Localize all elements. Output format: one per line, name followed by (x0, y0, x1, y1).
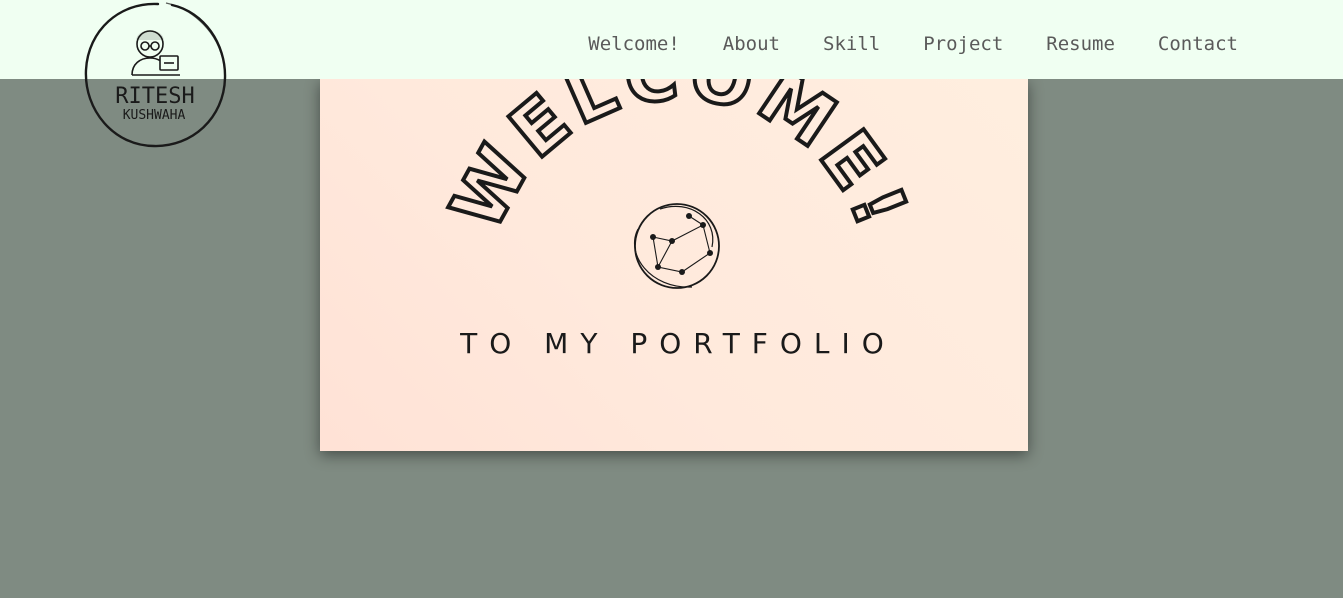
nav-link-welcome[interactable]: Welcome! (588, 33, 680, 55)
logo[interactable]: RITESH KUSHWAHA (80, 0, 230, 150)
logo-name-primary: RITESH (115, 84, 194, 109)
nav-link-contact[interactable]: Contact (1158, 33, 1238, 55)
welcome-graphic: WELCOME! (432, 79, 925, 289)
logo-name-secondary: KUSHWAHA (123, 108, 186, 123)
nav-link-skill[interactable]: Skill (823, 33, 880, 55)
developer-avatar-icon (131, 30, 180, 76)
globe-network-icon (633, 203, 720, 289)
welcome-banner: WELCOME! TO MY PORTFOLIO (320, 79, 1028, 451)
nav-link-resume[interactable]: Resume (1046, 33, 1115, 55)
welcome-heading: WELCOME! (434, 79, 925, 243)
logo-emblem: RITESH KUSHWAHA (84, 2, 227, 148)
welcome-tagline: TO MY PORTFOLIO (460, 327, 896, 360)
nav-link-project[interactable]: Project (923, 33, 1003, 55)
nav-menu: Welcome! About Skill Project Resume Cont… (545, 33, 1238, 55)
nav-link-about[interactable]: About (723, 33, 780, 55)
